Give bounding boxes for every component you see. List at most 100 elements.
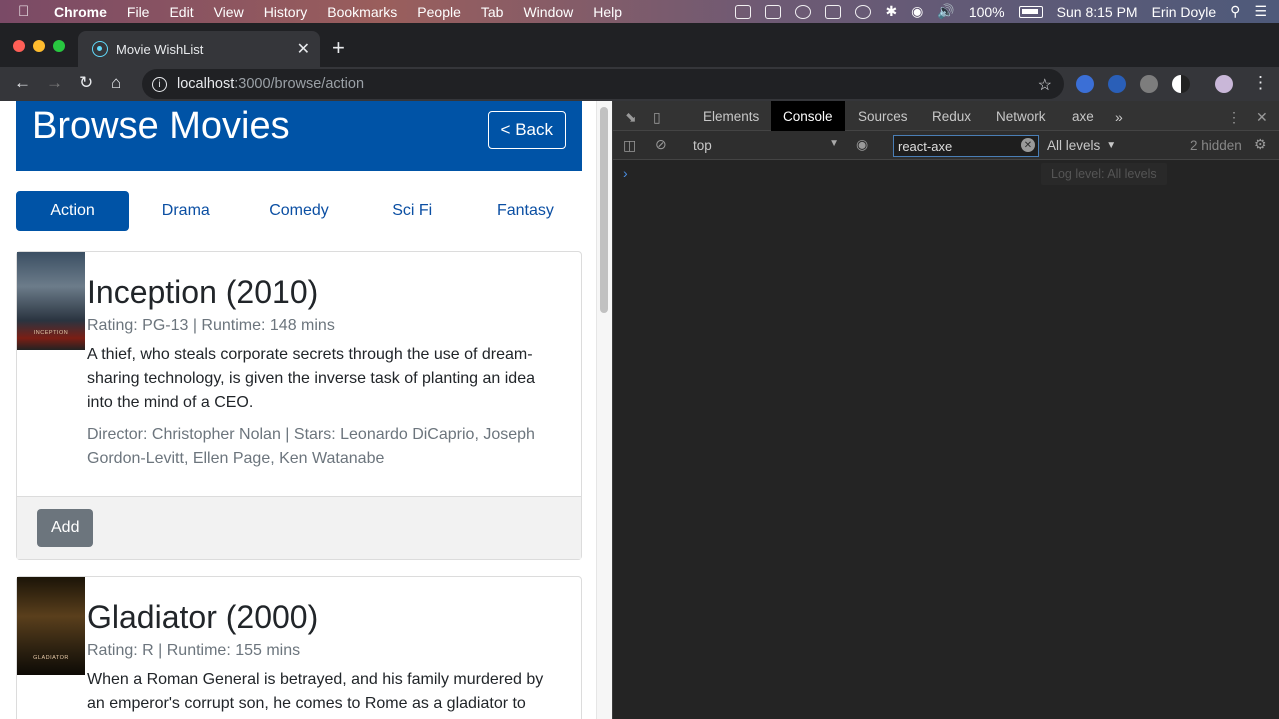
movie-card-footer: Add <box>17 496 581 559</box>
accessibility-icon[interactable] <box>855 4 872 19</box>
movie-card: GLADIATOR Gladiator (2000) Rating: R | R… <box>16 576 582 719</box>
profile-avatar[interactable] <box>1215 75 1233 93</box>
extension-pen-icon[interactable] <box>1076 75 1094 93</box>
apple-menu-icon[interactable]:  <box>18 3 40 20</box>
devtools-menu-icon[interactable]: ⋮ <box>1227 109 1241 126</box>
bluetooth-icon[interactable]: ✱ <box>885 3 897 20</box>
devtools-close-icon[interactable]: ✕ <box>1256 109 1268 126</box>
menu-view[interactable]: View <box>214 4 244 20</box>
reload-icon[interactable]: ↻ <box>79 73 93 93</box>
movie-poster: INCEPTION <box>17 252 85 350</box>
user-name[interactable]: Erin Doyle <box>1152 4 1217 20</box>
poster-title-text: GLADIATOR <box>33 655 69 661</box>
devtools-tab-sources[interactable]: Sources <box>846 101 920 131</box>
inspect-element-icon[interactable]: ⬊ <box>625 109 637 126</box>
movie-card: INCEPTION Inception (2010) Rating: PG-13… <box>16 251 582 560</box>
extension-triangle-icon[interactable] <box>1108 75 1126 93</box>
menu-edit[interactable]: Edit <box>169 4 193 20</box>
hidden-messages-count: 2 hidden <box>1190 138 1242 153</box>
screen-share-icon[interactable] <box>765 4 782 19</box>
javascript-context-select[interactable]: top ▼ <box>693 131 839 160</box>
bookmark-star-icon[interactable]: ☆ <box>1038 75 1052 95</box>
menu-history[interactable]: History <box>264 4 308 20</box>
chrome-menu-icon[interactable]: ⋮ <box>1252 73 1269 93</box>
new-tab-button[interactable]: + <box>332 35 345 61</box>
extension-mask-icon[interactable] <box>1140 75 1158 93</box>
url-path: :3000/browse/action <box>234 76 365 92</box>
tab-close-icon[interactable]: ✕ <box>297 39 310 59</box>
menu-help[interactable]: Help <box>593 4 622 20</box>
menu-window[interactable]: Window <box>523 4 573 20</box>
dropdown-arrow-icon: ▼ <box>1106 140 1117 151</box>
react-favicon-icon <box>92 41 108 57</box>
address-bar[interactable]: i localhost:3000/browse/action ☆ <box>142 69 1064 99</box>
console-sidebar-icon[interactable]: ◫ <box>623 137 636 154</box>
volume-icon[interactable]: 🔊 <box>937 3 954 20</box>
menu-file[interactable]: File <box>127 4 150 20</box>
window-close-button[interactable] <box>13 40 25 52</box>
devtools-tab-axe[interactable]: axe <box>1060 101 1106 131</box>
console-settings-gear-icon[interactable]: ⚙ <box>1254 136 1267 153</box>
movie-credits: Director: Christopher Nolan | Stars: Leo… <box>87 426 535 467</box>
home-icon[interactable]: ⌂ <box>111 73 121 93</box>
devtools-panel: ⬊ ▯ Elements Console Sources Redux Netwo… <box>612 101 1279 719</box>
cast-icon[interactable] <box>735 4 752 19</box>
movie-description: A thief, who steals corporate secrets th… <box>87 346 535 411</box>
movie-poster: GLADIATOR <box>17 577 85 675</box>
notification-center-icon[interactable]: ☰ <box>1254 3 1267 20</box>
devtools-tab-console[interactable]: Console <box>771 101 845 131</box>
more-tabs-chevron-icon[interactable]: » <box>1115 109 1123 125</box>
console-filter-bar: ◫ ⊘ top ▼ ◉ ✕ All levels ▼ 2 hidden ⚙ <box>613 131 1279 160</box>
movie-title: Gladiator (2000) <box>87 599 319 635</box>
log-level-tooltip: Log level: All levels <box>1041 163 1167 185</box>
menu-people[interactable]: People <box>417 4 461 20</box>
timer-icon[interactable] <box>795 4 812 19</box>
menubar-status-area: ✱ ◉ 🔊 100% Sun 8:15 PM Erin Doyle ⚲ ☰ <box>735 0 1267 23</box>
genre-tab-drama[interactable]: Drama <box>129 191 242 231</box>
window-zoom-button[interactable] <box>53 40 65 52</box>
devtools-tab-elements[interactable]: Elements <box>691 101 771 131</box>
menu-bookmarks[interactable]: Bookmarks <box>327 4 397 20</box>
log-levels-dropdown[interactable]: All levels ▼ <box>1047 131 1116 160</box>
back-button[interactable]: < Back <box>487 111 566 149</box>
browser-tab-strip: Movie WishList ✕ + <box>0 23 1279 67</box>
clear-filter-icon[interactable]: ✕ <box>1021 138 1035 152</box>
movie-meta: Rating: R | Runtime: 155 mins <box>87 642 301 659</box>
browser-toolbar: ← → ↻ ⌂ i localhost:3000/browse/action ☆… <box>0 67 1279 101</box>
devtools-tab-bar: ⬊ ▯ Elements Console Sources Redux Netwo… <box>613 101 1279 131</box>
dropdown-arrow-icon: ▼ <box>829 138 839 149</box>
devtools-tab-redux[interactable]: Redux <box>920 101 983 131</box>
clock[interactable]: Sun 8:15 PM <box>1057 4 1138 20</box>
genre-tab-comedy[interactable]: Comedy <box>242 191 355 231</box>
devtools-tab-network[interactable]: Network <box>984 101 1058 131</box>
forward-arrow-icon[interactable]: → <box>46 73 63 93</box>
genre-tab-fantasy[interactable]: Fantasy <box>469 191 582 231</box>
url-host: localhost <box>177 76 235 92</box>
poster-title-text: INCEPTION <box>33 330 69 336</box>
genre-tab-sci-fi[interactable]: Sci Fi <box>356 191 469 231</box>
add-button[interactable]: Add <box>37 509 94 547</box>
log-levels-label: All levels <box>1047 138 1101 153</box>
genre-tab-action[interactable]: Action <box>16 191 130 231</box>
browser-tab-active[interactable]: Movie WishList ✕ <box>78 31 320 67</box>
back-arrow-icon[interactable]: ← <box>14 73 31 93</box>
display-icon[interactable] <box>825 4 842 19</box>
live-expression-eye-icon[interactable]: ◉ <box>856 136 868 153</box>
clear-console-icon[interactable]: ⊘ <box>655 136 667 153</box>
console-filter-input[interactable] <box>893 135 1039 157</box>
page-scrollbar-thumb[interactable] <box>600 107 608 313</box>
page-scrollbar[interactable] <box>596 101 612 719</box>
menu-app-name[interactable]: Chrome <box>54 4 107 20</box>
wifi-icon[interactable]: ◉ <box>911 3 923 20</box>
extension-contrast-icon[interactable] <box>1172 75 1190 93</box>
battery-percent: 100% <box>968 3 1005 20</box>
device-toolbar-icon[interactable]: ▯ <box>653 109 661 126</box>
console-prompt-icon[interactable]: › <box>623 165 628 181</box>
menu-tab[interactable]: Tab <box>481 4 504 20</box>
battery-icon[interactable] <box>1018 5 1043 18</box>
site-info-icon[interactable]: i <box>152 76 167 92</box>
window-minimize-button[interactable] <box>33 40 45 52</box>
movie-description: When a Roman General is betrayed, and hi… <box>87 671 544 712</box>
spotlight-search-icon[interactable]: ⚲ <box>1230 3 1240 20</box>
movie-title: Inception (2010) <box>87 274 319 310</box>
